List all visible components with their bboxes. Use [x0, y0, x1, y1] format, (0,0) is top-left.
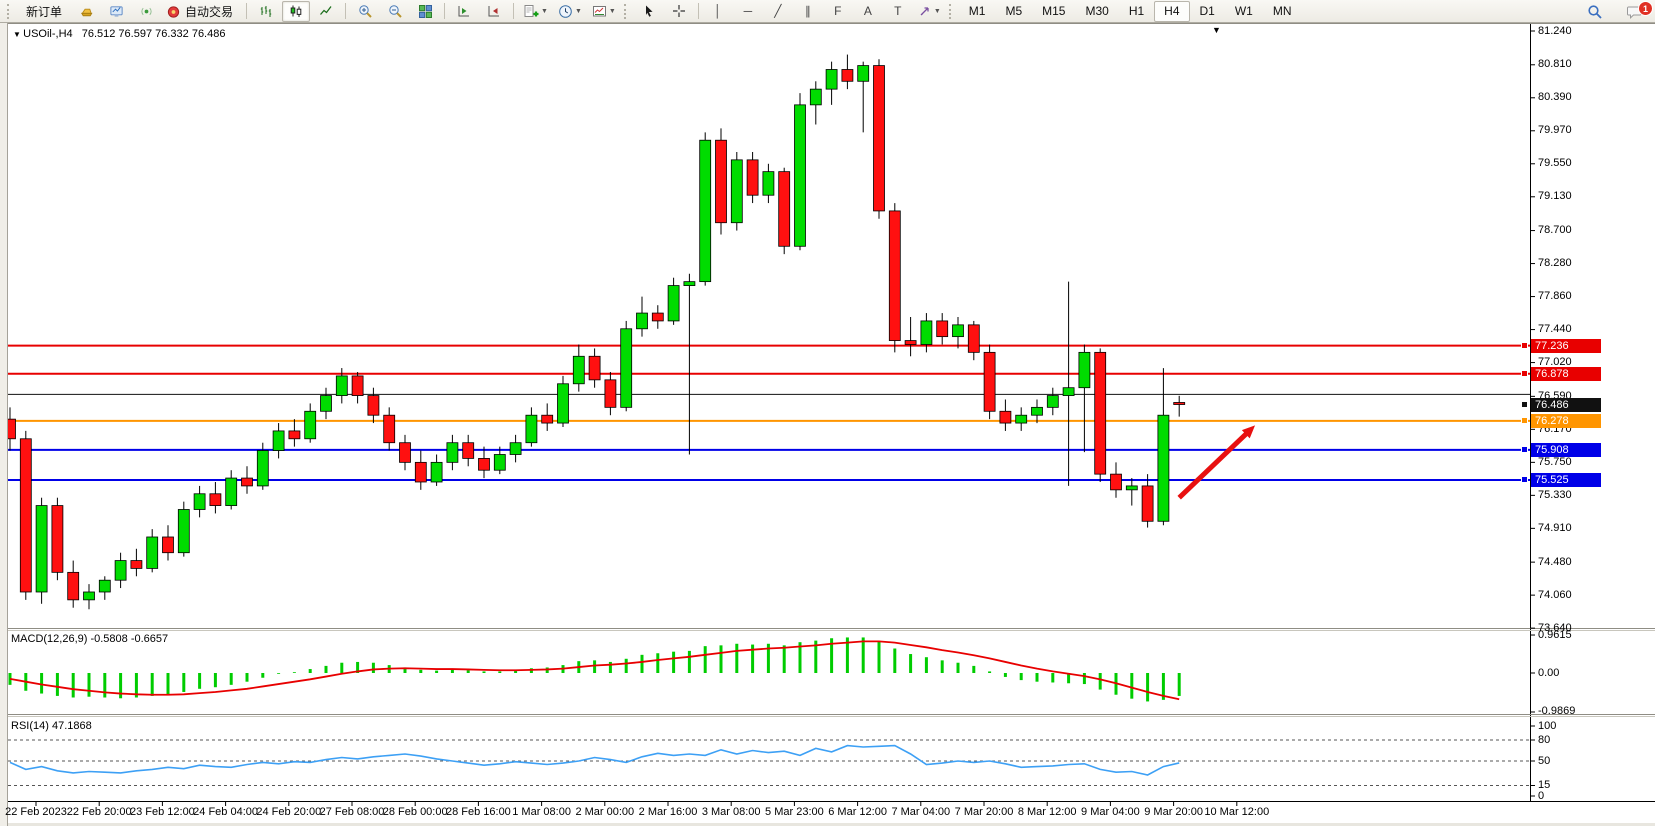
toolbar-separator — [444, 3, 445, 19]
timeframe-m5-label: M5 — [1001, 4, 1026, 18]
crosshair-button[interactable] — [665, 1, 693, 22]
equidistant-channel-button[interactable]: ∥ — [794, 1, 822, 22]
zoom-out-button[interactable] — [381, 1, 409, 22]
docplus-icon — [523, 4, 539, 19]
horizontal-line-button-icon: ─ — [744, 4, 753, 18]
bars-icon — [259, 4, 273, 18]
timeframe-h4[interactable]: H4 — [1154, 1, 1189, 22]
candles-icon — [289, 4, 303, 18]
horizontal-line-button[interactable]: ─ — [734, 1, 762, 22]
monitor-icon — [109, 4, 124, 19]
toolbar-grip — [949, 4, 954, 19]
signals-button[interactable] — [132, 1, 160, 22]
notifications-button[interactable]: 1 — [1620, 1, 1648, 22]
dropdown-arrow-icon[interactable]: ▼ — [934, 8, 941, 15]
text-button[interactable]: A — [854, 1, 882, 22]
chart-shift-button[interactable] — [450, 1, 478, 22]
toolbar-separator — [513, 3, 514, 19]
timeframe-h4-label: H4 — [1160, 4, 1183, 18]
shapes-icon — [918, 4, 932, 18]
timeframe-m15-label: M15 — [1038, 4, 1069, 18]
text-button-icon: A — [864, 4, 872, 18]
horizontal-lines[interactable] — [8, 346, 1530, 480]
toolbar-grip — [624, 4, 629, 19]
timeframe-w1-label: W1 — [1231, 4, 1257, 18]
indicators-button[interactable]: ▼ — [519, 1, 552, 22]
vertical-line-button-icon: │ — [714, 4, 722, 18]
market-watch-button[interactable] — [72, 1, 100, 22]
candlestick-series[interactable] — [5, 55, 1185, 610]
vertical-line-button[interactable]: │ — [704, 1, 732, 22]
toolbar-separator — [345, 3, 346, 19]
dropdown-arrow-icon[interactable]: ▼ — [541, 8, 548, 15]
trendline-button-icon: ╱ — [774, 4, 781, 18]
dropdown-arrow-icon[interactable]: ▼ — [609, 8, 616, 15]
timeframe-m15[interactable]: M15 — [1032, 1, 1075, 22]
fibonacci-button[interactable]: F — [824, 1, 852, 22]
toolbar-grip — [7, 4, 12, 19]
text-label-button-icon: T — [894, 4, 901, 18]
charts-window-button[interactable] — [102, 1, 130, 22]
macd-histogram — [10, 637, 1179, 701]
fibonacci-button-icon: F — [834, 4, 841, 18]
tile-windows-button[interactable] — [411, 1, 439, 22]
tile-icon — [418, 4, 433, 19]
shapes-button[interactable]: ▼ — [914, 1, 945, 22]
periods-button[interactable]: ▼ — [554, 1, 586, 22]
rsi-line — [10, 746, 1179, 775]
timeframe-m1-label: M1 — [965, 4, 990, 18]
equidistant-channel-button-icon: ∥ — [805, 4, 811, 18]
timeframe-h1-label: H1 — [1125, 4, 1148, 18]
gold-icon — [79, 4, 94, 19]
search-button[interactable] — [1581, 1, 1609, 22]
dropdown-arrow-icon[interactable]: ▼ — [575, 8, 582, 15]
timeframe-m30[interactable]: M30 — [1075, 1, 1118, 22]
trading-terminal-window: 新订单 自动交易 ▼ ▼ ▼ │ ─ ╱ ∥ F A T ▼ M1 M5 M15 M30 H1 H4 D1 W1 MN 1… — [0, 0, 1655, 826]
signal-icon — [139, 4, 154, 19]
clock-icon — [558, 4, 573, 19]
text-label-button[interactable]: T — [884, 1, 912, 22]
zoomout-icon — [388, 4, 403, 19]
line-icon — [319, 4, 333, 18]
line-chart-type-button[interactable] — [312, 1, 340, 22]
timeframe-m1[interactable]: M1 — [959, 1, 996, 22]
trendline-button[interactable]: ╱ — [764, 1, 792, 22]
candlestick-chart-type-button[interactable] — [282, 1, 310, 22]
toolbar-separator — [698, 3, 699, 19]
new-order-button-label: 新订单 — [22, 3, 66, 20]
template-icon — [592, 4, 607, 19]
autotrade-button-label: 自动交易 — [181, 3, 237, 20]
timeframe-mn-label: MN — [1269, 4, 1296, 18]
toolbar-right-group: 1 — [1580, 0, 1649, 23]
timeframe-d1-label: D1 — [1196, 4, 1219, 18]
timeframe-mn[interactable]: MN — [1263, 1, 1302, 22]
templates-button[interactable]: ▼ — [588, 1, 620, 22]
cursor-button[interactable] — [635, 1, 663, 22]
timeframe-h1[interactable]: H1 — [1119, 1, 1154, 22]
timeframe-w1[interactable]: W1 — [1225, 1, 1263, 22]
zoomin-icon — [358, 4, 373, 19]
autotrade-button[interactable]: 自动交易 — [162, 1, 241, 22]
chart-canvas[interactable] — [0, 0, 1655, 826]
toolbar-separator — [246, 3, 247, 19]
autoscroll-icon — [487, 4, 501, 18]
zoom-in-button[interactable] — [351, 1, 379, 22]
main-toolbar: 新订单 自动交易 ▼ ▼ ▼ │ ─ ╱ ∥ F A T ▼ M1 M5 M15 M30 H1 H4 D1 W1 MN — [0, 0, 1655, 23]
timeframe-m30-label: M30 — [1081, 4, 1112, 18]
notification-badge: 1 — [1638, 1, 1653, 16]
autotrade-icon — [166, 4, 181, 19]
timeframe-d1[interactable]: D1 — [1190, 1, 1225, 22]
window-left-edge — [0, 23, 8, 826]
auto-scroll-button[interactable] — [480, 1, 508, 22]
bar-chart-type-button[interactable] — [252, 1, 280, 22]
shift-icon — [457, 4, 471, 18]
trend-arrow-annotation[interactable] — [1179, 430, 1250, 498]
new-order-button[interactable]: 新订单 — [18, 1, 70, 22]
crosshair-icon — [672, 4, 686, 18]
cursor-icon — [642, 4, 656, 18]
timeframe-m5[interactable]: M5 — [995, 1, 1032, 22]
